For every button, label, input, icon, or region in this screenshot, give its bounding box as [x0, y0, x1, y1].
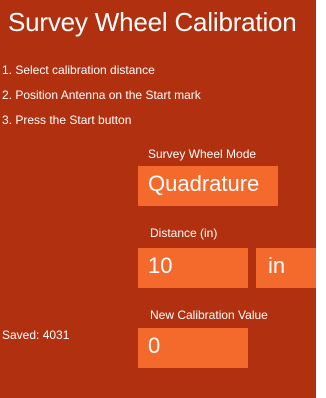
calibration-screen: Survey Wheel Calibration 1. Select calib… [0, 0, 326, 398]
instructions-list: 1. Select calibration distance 2. Positi… [2, 58, 201, 133]
instruction-step-1: 1. Select calibration distance [2, 63, 155, 77]
distance-label: Distance (in) [150, 226, 218, 240]
survey-wheel-mode-field[interactable]: Quadrature [138, 166, 278, 206]
page-title: Survey Wheel Calibration [8, 7, 297, 37]
instruction-step-3: 3. Press the Start button [2, 113, 132, 127]
calibration-panel: Survey Wheel Calibration 1. Select calib… [0, 0, 316, 398]
instruction-step-2: 2. Position Antenna on the Start mark [2, 88, 201, 102]
distance-input[interactable]: 10 [138, 248, 248, 288]
new-calibration-value-label: New Calibration Value [150, 308, 268, 322]
survey-wheel-mode-label: Survey Wheel Mode [148, 147, 257, 161]
distance-unit-select[interactable]: in [256, 248, 316, 288]
right-edge-bar [316, 0, 326, 398]
saved-calibration-text: Saved: 4031 [2, 328, 70, 342]
new-calibration-value-field[interactable]: 0 [138, 328, 248, 368]
